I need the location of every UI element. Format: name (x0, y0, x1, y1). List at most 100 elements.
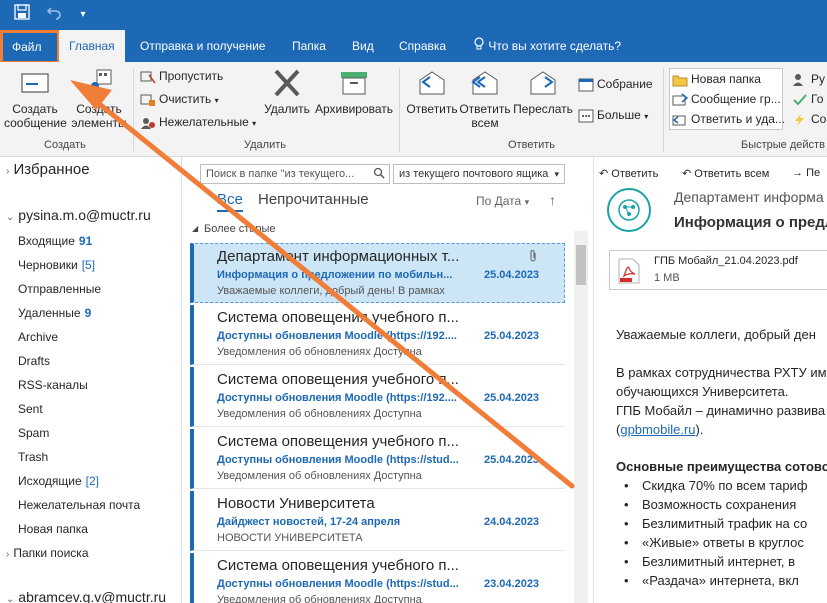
reading-reply-all-button[interactable]: ↶ Ответить всем (682, 167, 769, 180)
search-input[interactable]: Поиск в папке "из текущего... (200, 164, 390, 184)
quick-step-create[interactable]: Со (792, 109, 826, 129)
reading-pane: ↶ Ответить ↶ Ответить всем → Пе Департам… (593, 157, 827, 603)
undo-icon[interactable] (43, 4, 65, 26)
message-from: Департамент информационных т... (217, 248, 460, 265)
lightbulb-icon (473, 31, 485, 63)
message-subject: Доступны обновления Moodle (https://stud… (217, 578, 459, 590)
folder-item[interactable]: Archive (18, 327, 58, 347)
meeting-button[interactable]: Собрание (578, 74, 653, 94)
filter-unread-tab[interactable]: Непрочитанные (258, 191, 369, 208)
tell-me-search[interactable]: Что вы хотите сделать? (473, 30, 621, 62)
new-mail-icon (19, 68, 51, 98)
scrollbar-thumb[interactable] (576, 245, 586, 285)
ignore-button[interactable]: Пропустить (140, 66, 223, 86)
new-items-button[interactable]: Создать элементы (68, 68, 130, 130)
message-from: Система оповещения учебного п... (217, 557, 459, 574)
message-row[interactable]: Система оповещения учебного п... Доступны… (190, 305, 565, 365)
chevron-down-icon: ▾ (554, 169, 559, 179)
ribbon-separator (399, 68, 400, 152)
bullet-item: Возможность сохранения (624, 497, 796, 512)
filter-all-tab[interactable]: Все (217, 191, 243, 212)
account-header-2[interactable]: ⌄ abramcev.g.v@muctr.ru (6, 589, 166, 603)
folder-item[interactable]: › Папки поиска (6, 543, 89, 563)
folder-name: Sent (18, 402, 43, 416)
delete-button[interactable]: Удалить (262, 68, 312, 116)
search-scope-dropdown[interactable]: из текущего почтового ящика ▾ (393, 164, 565, 184)
folder-name: Новая папка (18, 522, 88, 536)
folder-item[interactable]: Новая папка (18, 519, 88, 539)
folder-item[interactable]: Входящие 91 (18, 231, 92, 251)
account-header[interactable]: ⌄ pysina.m.o@muctr.ru (6, 207, 151, 223)
folder-item[interactable]: Trash (18, 447, 48, 467)
message-list: Поиск в папке "из текущего... из текущег… (182, 157, 592, 603)
message-from: Новости Университета (217, 495, 375, 512)
message-preview: Уведомления об обновлениях Доступна (217, 408, 422, 420)
folder-item[interactable]: Drafts (18, 351, 50, 371)
forward-icon: → (792, 167, 803, 179)
save-icon[interactable] (11, 4, 33, 26)
favorites-header[interactable]: › Избранное (6, 161, 90, 178)
calendar-icon (578, 78, 594, 92)
tab-file[interactable]: Файл (0, 30, 60, 64)
tab-help[interactable]: Справка (399, 30, 446, 62)
sort-dropdown[interactable]: По Дата ▾ (476, 194, 529, 208)
chevron-down-icon: ⌄ (6, 594, 15, 603)
message-list-scrollbar[interactable] (574, 231, 588, 603)
tab-home[interactable]: Главная (59, 30, 125, 62)
group-header[interactable]: ◢ Более старые (192, 223, 275, 235)
folder-item[interactable]: Отправленные (18, 279, 101, 299)
body-line: В рамках сотрудничества РХТУ им (616, 365, 827, 380)
folder-count: [2] (85, 474, 99, 488)
reading-reply-button[interactable]: ↶ Ответить (599, 167, 658, 180)
bullet-item: Скидка 70% по всем тариф (624, 478, 807, 493)
folder-item[interactable]: RSS-каналы (18, 375, 88, 395)
chevron-down-icon: ⌄ (6, 212, 15, 223)
attachment-name: ГПБ Мобайл_21.04.2023.pdf (654, 255, 798, 267)
quick-step-reply-delete[interactable]: Ответить и уда... (672, 109, 785, 129)
quick-step-team-email[interactable]: Сообщение гр... (672, 89, 781, 109)
message-row[interactable]: Система оповещения учебного п... Доступны… (190, 367, 565, 427)
folder-item[interactable]: Sent (18, 399, 43, 419)
message-preview: НОВОСТИ УНИВЕРСИТЕТА (217, 532, 363, 544)
body-link[interactable]: gpbmobile.ru (620, 422, 695, 437)
message-row[interactable]: Система оповещения учебного п... Доступны… (190, 553, 565, 603)
reading-sender: Департамент информа (674, 189, 824, 205)
attachment-card[interactable]: ГПБ Мобайл_21.04.2023.pdf 1 MB (609, 250, 827, 290)
message-row[interactable]: Новости Университета Дайджест новостей, 1… (190, 491, 565, 551)
folder-item[interactable]: Удаленные 9 (18, 303, 91, 323)
new-items-icon (83, 68, 115, 98)
more-icon (578, 109, 594, 123)
ribbon-separator (663, 68, 664, 152)
folder-item[interactable]: Spam (18, 423, 49, 443)
folder-name: Удаленные (18, 306, 81, 320)
reply-button[interactable]: Ответить (404, 68, 460, 116)
tab-folder[interactable]: Папка (292, 30, 326, 62)
message-row[interactable]: Система оповещения учебного п... Доступны… (190, 429, 565, 489)
reply-all-button[interactable]: Ответить всем (458, 68, 512, 130)
message-from: Система оповещения учебного п... (217, 309, 459, 326)
more-respond-button[interactable]: Больше ▾ (578, 105, 648, 125)
message-row[interactable]: Департамент информационных т... Информаци… (190, 243, 565, 303)
ribbon-tabs: Файл Главная Отправка и получение Папка … (0, 30, 827, 64)
group-label-delete: Удалить (244, 139, 286, 151)
reading-forward-button[interactable]: → Пе (792, 167, 820, 179)
quick-step-new-folder[interactable]: Новая папка (672, 69, 761, 89)
folder-name: Нежелательная почта (18, 498, 141, 512)
junk-button[interactable]: Нежелательные ▾ (140, 112, 256, 132)
folder-item[interactable]: Черновики [5] (18, 255, 95, 275)
quick-step-done[interactable]: Го (792, 89, 823, 109)
quick-step-manager[interactable]: Ру (792, 69, 825, 89)
clean-up-button[interactable]: Очистить ▾ (140, 89, 219, 109)
folder-item[interactable]: Нежелательная почта (18, 495, 140, 515)
tab-view[interactable]: Вид (352, 30, 374, 62)
folder-item[interactable]: Исходящие [2] (18, 471, 99, 491)
ribbon-separator (133, 68, 134, 152)
pdf-icon (618, 258, 640, 284)
forward-button[interactable]: Переслать (512, 68, 574, 116)
new-message-button[interactable]: Создать сообщение (4, 68, 67, 130)
sort-direction-arrow-icon[interactable]: ↑ (549, 192, 556, 208)
archive-button[interactable]: Архивировать (312, 68, 396, 116)
tab-send-receive[interactable]: Отправка и получение (140, 30, 265, 62)
customize-quick-access-icon[interactable]: ▾ (72, 4, 94, 26)
ribbon: Создать сообщение Создать элементы Созда… (0, 62, 827, 157)
